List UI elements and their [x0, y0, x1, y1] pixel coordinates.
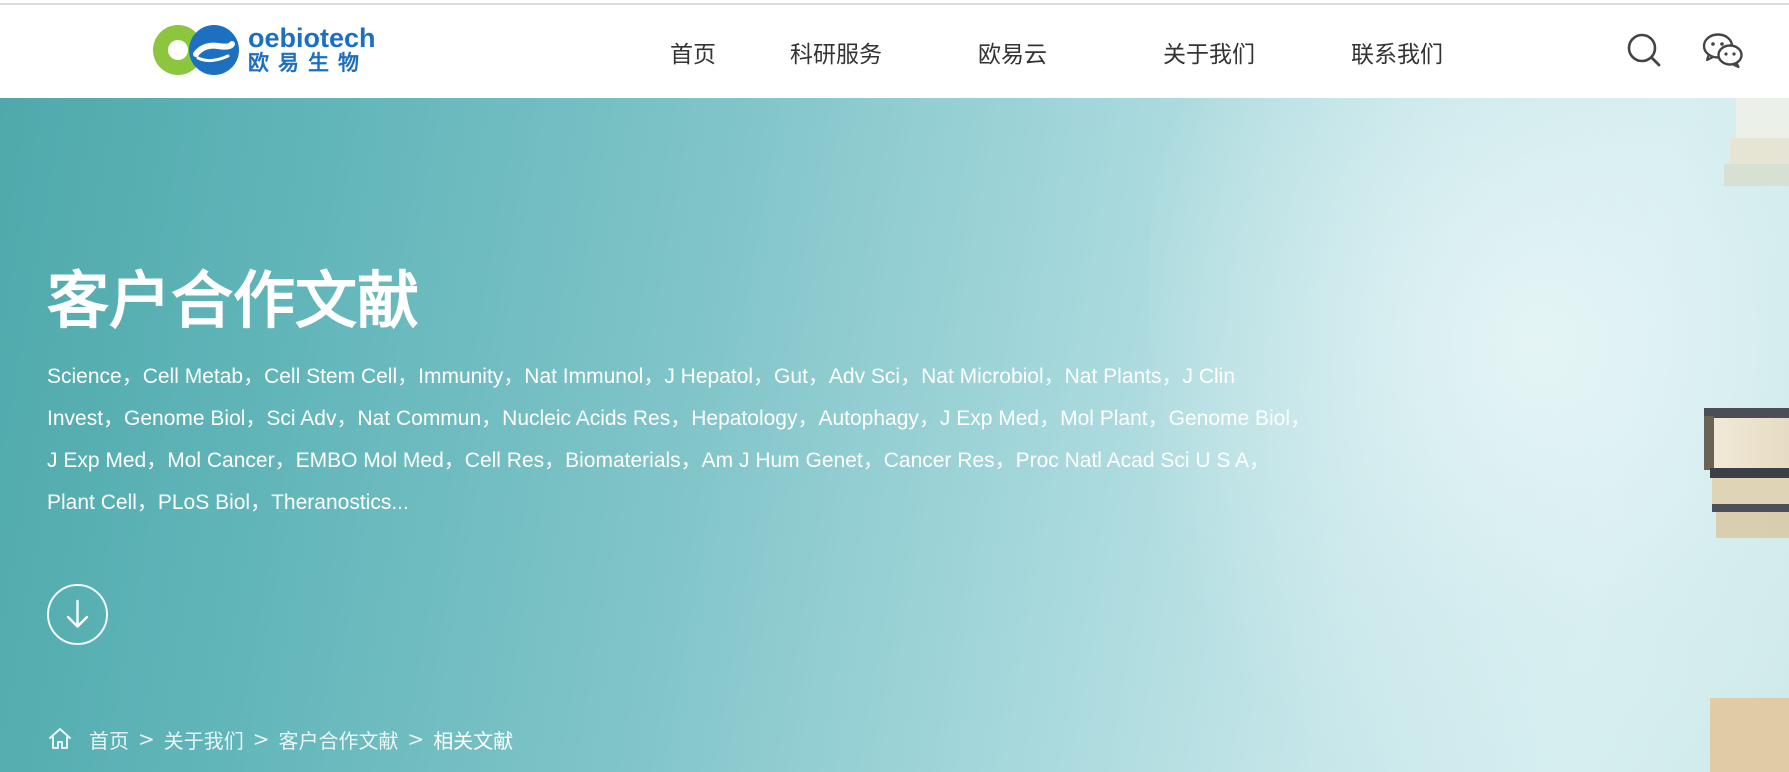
page: oebiotech 欧易生物 首页 科研服务 欧易云 关于我们 联系我们 客户合…: [0, 0, 1789, 772]
nav-item-research-services[interactable]: 科研服务: [790, 35, 882, 69]
logo-mark-icon: [153, 25, 239, 75]
page-title: 客户合作文献: [47, 264, 420, 337]
breadcrumb-current: 相关文献: [433, 728, 514, 753]
site-header: oebiotech 欧易生物 首页 科研服务 欧易云 关于我们 联系我们: [0, 5, 1789, 98]
logo-text-en: oebiotech: [248, 23, 376, 53]
home-icon[interactable]: [47, 726, 73, 752]
journal-list: Science，Cell Metab，Cell Stem Cell，Immuni…: [47, 365, 1312, 514]
hero-banner: 客户合作文献 Science，Cell Metab，Cell Stem Cell…: [0, 98, 1789, 772]
nav-item-oe-cloud[interactable]: 欧易云: [978, 35, 1047, 69]
search-icon: [1627, 33, 1661, 67]
breadcrumb-separator: >: [407, 727, 425, 751]
logo-text-cn: 欧易生物: [248, 51, 368, 75]
logo[interactable]: oebiotech 欧易生物: [152, 20, 376, 80]
nav-item-contact-us[interactable]: 联系我们: [1351, 35, 1443, 69]
wechat-icon: [1702, 33, 1743, 69]
breadcrumb-about-us[interactable]: 关于我们: [164, 725, 244, 754]
breadcrumb-separator: >: [252, 727, 270, 751]
breadcrumb-client-publications[interactable]: 客户合作文献: [279, 725, 399, 754]
main-nav: 首页 科研服务 欧易云 关于我们 联系我们: [640, 5, 1443, 98]
search-button[interactable]: [1624, 31, 1664, 71]
book-stack-image: [1704, 98, 1789, 772]
breadcrumb: 首页 > 关于我们 > 客户合作文献 > 相关文献: [47, 724, 513, 754]
wechat-button[interactable]: [1702, 31, 1743, 71]
nav-item-about-us[interactable]: 关于我们: [1163, 35, 1255, 69]
scroll-down-button[interactable]: [47, 584, 108, 645]
arrow-down-circle-icon: [66, 599, 89, 628]
nav-item-home[interactable]: 首页: [670, 35, 716, 69]
breadcrumb-separator: >: [138, 727, 155, 751]
breadcrumb-home[interactable]: 首页: [89, 725, 129, 754]
